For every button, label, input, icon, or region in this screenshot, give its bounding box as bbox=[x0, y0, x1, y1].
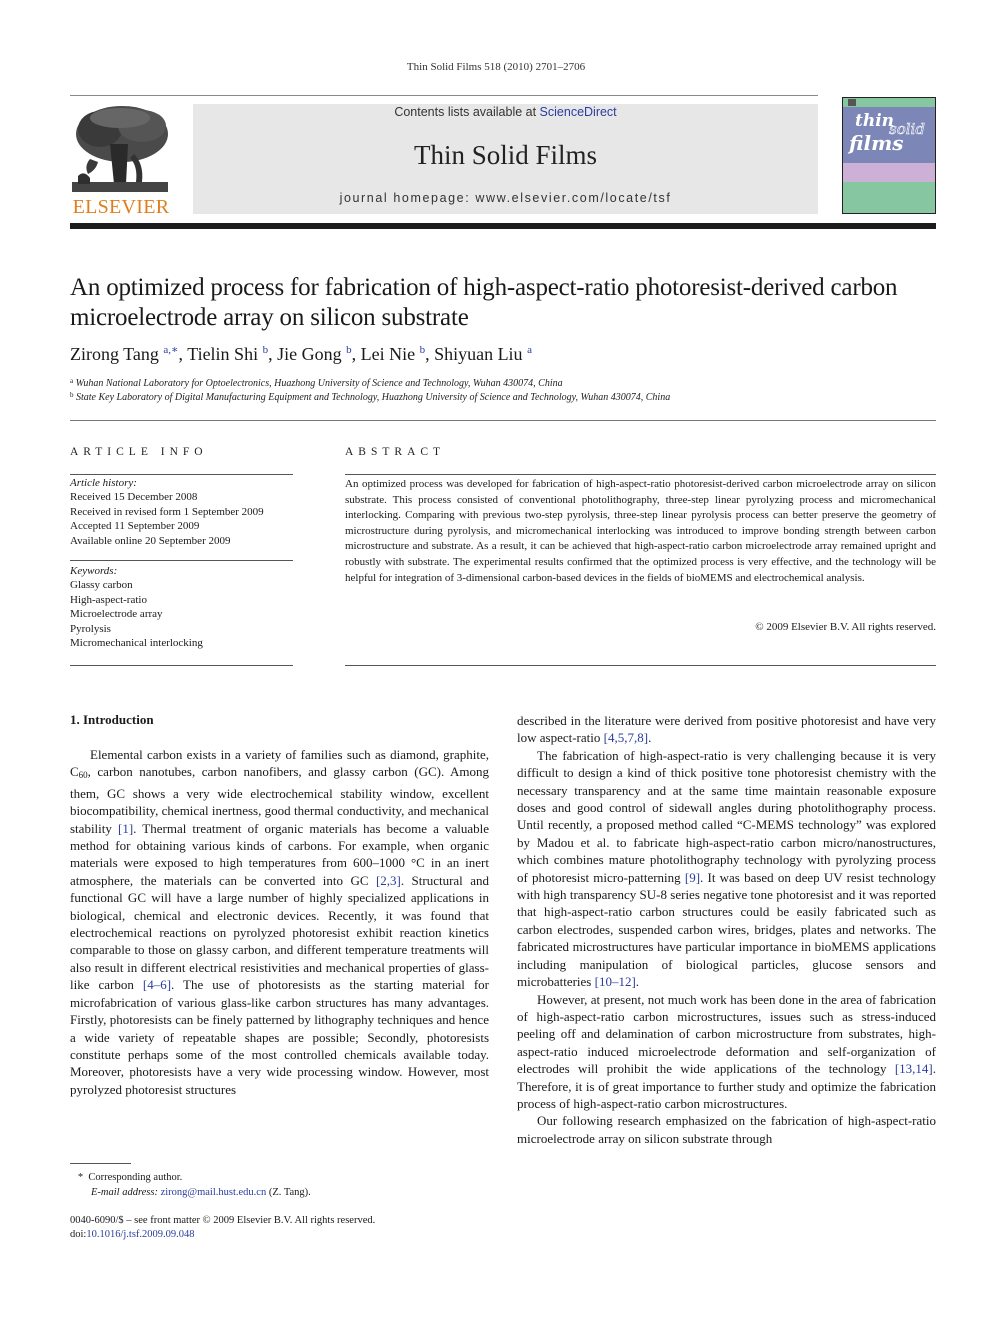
citation-link[interactable]: [10–12] bbox=[595, 974, 636, 989]
elsevier-logo[interactable]: ELSEVIER bbox=[70, 104, 174, 218]
contents-line: Contents lists available at ScienceDirec… bbox=[193, 105, 818, 119]
divider bbox=[70, 560, 293, 561]
divider bbox=[70, 420, 936, 421]
header-thick-rule bbox=[70, 223, 936, 229]
affiliation: b State Key Laboratory of Digital Manufa… bbox=[70, 391, 671, 403]
journal-cover-image[interactable]: thin solid films bbox=[842, 97, 936, 214]
author[interactable]: Zirong Tang a,∗, bbox=[70, 344, 187, 364]
doi-link[interactable]: 10.1016/j.tsf.2009.09.048 bbox=[86, 1229, 194, 1240]
homepage-url[interactable]: www.elsevier.com/locate/tsf bbox=[475, 191, 671, 205]
citation-link[interactable]: [2,3] bbox=[376, 873, 401, 888]
history-entry: Received in revised form 1 September 200… bbox=[70, 505, 264, 518]
history-entry: Available online 20 September 2009 bbox=[70, 534, 231, 547]
keyword: Micromechanical interlocking bbox=[70, 637, 203, 650]
article-title: An optimized process for fabrication of … bbox=[70, 274, 898, 331]
subscript: 60 bbox=[78, 770, 88, 781]
affiliation: a Wuhan National Laboratory for Optoelec… bbox=[70, 377, 563, 389]
author[interactable]: Shiyuan Liu a bbox=[434, 344, 532, 364]
abstract-heading: ABSTRACT bbox=[345, 446, 446, 458]
text-run: . It was based on deep UV resist technol… bbox=[517, 869, 936, 990]
doi-line: doi:10.1016/j.tsf.2009.09.048 bbox=[70, 1229, 195, 1240]
keyword: Microelectrode array bbox=[70, 608, 163, 621]
history-entry: Accepted 11 September 2009 bbox=[70, 520, 200, 533]
paragraph: Our following research emphasized on the… bbox=[517, 1112, 936, 1147]
article-info-heading: ARTICLE INFO bbox=[70, 446, 208, 458]
keywords: Keywords: Glassy carbon High-aspect-rati… bbox=[70, 564, 300, 650]
paragraph: Elemental carbon exists in a variety of … bbox=[70, 746, 489, 1098]
cover-pink-band bbox=[843, 163, 935, 182]
footnote-email: E-mail address: zirong@mail.hust.edu.cn … bbox=[91, 1187, 311, 1198]
elsevier-tree-icon bbox=[70, 104, 170, 194]
abstract-copyright: © 2009 Elsevier B.V. All rights reserved… bbox=[755, 621, 936, 633]
footnote-rule bbox=[70, 1163, 131, 1164]
section-heading: 1. Introduction bbox=[70, 712, 154, 727]
text-run: described in the literature were derived… bbox=[517, 713, 936, 746]
article-history: Article history: Received 15 December 20… bbox=[70, 476, 300, 548]
body-column-left: Elemental carbon exists in a variety of … bbox=[70, 746, 489, 1098]
keyword: Glassy carbon bbox=[70, 579, 133, 592]
email-label: E-mail address: bbox=[91, 1187, 158, 1198]
elsevier-wordmark: ELSEVIER bbox=[72, 196, 170, 218]
divider bbox=[345, 474, 936, 475]
author-affiliation-mark[interactable]: a bbox=[527, 344, 532, 356]
text-run: . bbox=[635, 974, 640, 990]
article-history-label: Article history: bbox=[70, 477, 137, 489]
text-run: . Structural and functional GC will have… bbox=[70, 872, 489, 993]
abstract-text: An optimized process was developed for f… bbox=[345, 478, 936, 584]
citation-link[interactable]: [1] bbox=[118, 821, 133, 836]
keywords-label: Keywords: bbox=[70, 565, 118, 577]
email-link[interactable]: zirong@mail.hust.edu.cn bbox=[161, 1187, 267, 1198]
journal-title: Thin Solid Films bbox=[413, 140, 598, 170]
author-affiliation-mark[interactable]: a,∗ bbox=[163, 344, 178, 356]
history-entry: Received 15 December 2008 bbox=[70, 491, 198, 504]
divider bbox=[345, 665, 936, 666]
contents-prefix: Contents lists available at bbox=[394, 105, 540, 119]
citation-link[interactable]: [9] bbox=[685, 870, 700, 885]
paragraph: described in the literature were derived… bbox=[517, 712, 936, 747]
text-run: . The use of photoresists as the startin… bbox=[70, 977, 489, 1097]
running-head: Thin Solid Films 518 (2010) 2701–2706 bbox=[406, 61, 586, 73]
divider bbox=[70, 474, 293, 475]
paragraph: However, at present, not much work has b… bbox=[517, 991, 936, 1113]
footnote-corresponding: * Corresponding author. bbox=[77, 1172, 183, 1183]
author[interactable]: Jie Gong b, bbox=[277, 344, 361, 364]
text-run: The fabrication of high-aspect-ratio is … bbox=[517, 747, 936, 885]
author[interactable]: Tielin Shi b, bbox=[187, 344, 277, 364]
text-run: However, at present, not much work has b… bbox=[517, 991, 936, 1077]
author-list: Zirong Tang a,∗, Tielin Shi b, Jie Gong … bbox=[70, 343, 950, 365]
text-run: . bbox=[648, 730, 652, 746]
citation-link[interactable]: [4–6] bbox=[143, 977, 171, 992]
paragraph: The fabrication of high-aspect-ratio is … bbox=[517, 747, 936, 991]
issn-line: 0040-6090/$ – see front matter © 2009 El… bbox=[70, 1215, 376, 1226]
citation-link[interactable]: [4,5,7,8] bbox=[604, 730, 648, 745]
homepage-prefix: journal homepage: bbox=[339, 191, 476, 205]
author[interactable]: Lei Nie b, bbox=[361, 344, 434, 364]
footnote-mark: * bbox=[77, 1172, 84, 1183]
body-column-right: described in the literature were derived… bbox=[517, 712, 936, 1147]
cover-publisher-mark bbox=[848, 99, 856, 106]
keyword: Pyrolysis bbox=[70, 622, 111, 635]
journal-homepage: journal homepage: www.elsevier.com/locat… bbox=[193, 191, 818, 205]
text-run: Our following research emphasized on the… bbox=[517, 1113, 936, 1146]
header-top-rule bbox=[70, 95, 818, 96]
sciencedirect-link[interactable]: ScienceDirect bbox=[540, 105, 617, 119]
keyword: High-aspect-ratio bbox=[70, 593, 147, 606]
divider bbox=[70, 665, 293, 666]
cover-title-films: films bbox=[849, 131, 904, 155]
citation-link[interactable]: [13,14] bbox=[895, 1061, 933, 1076]
